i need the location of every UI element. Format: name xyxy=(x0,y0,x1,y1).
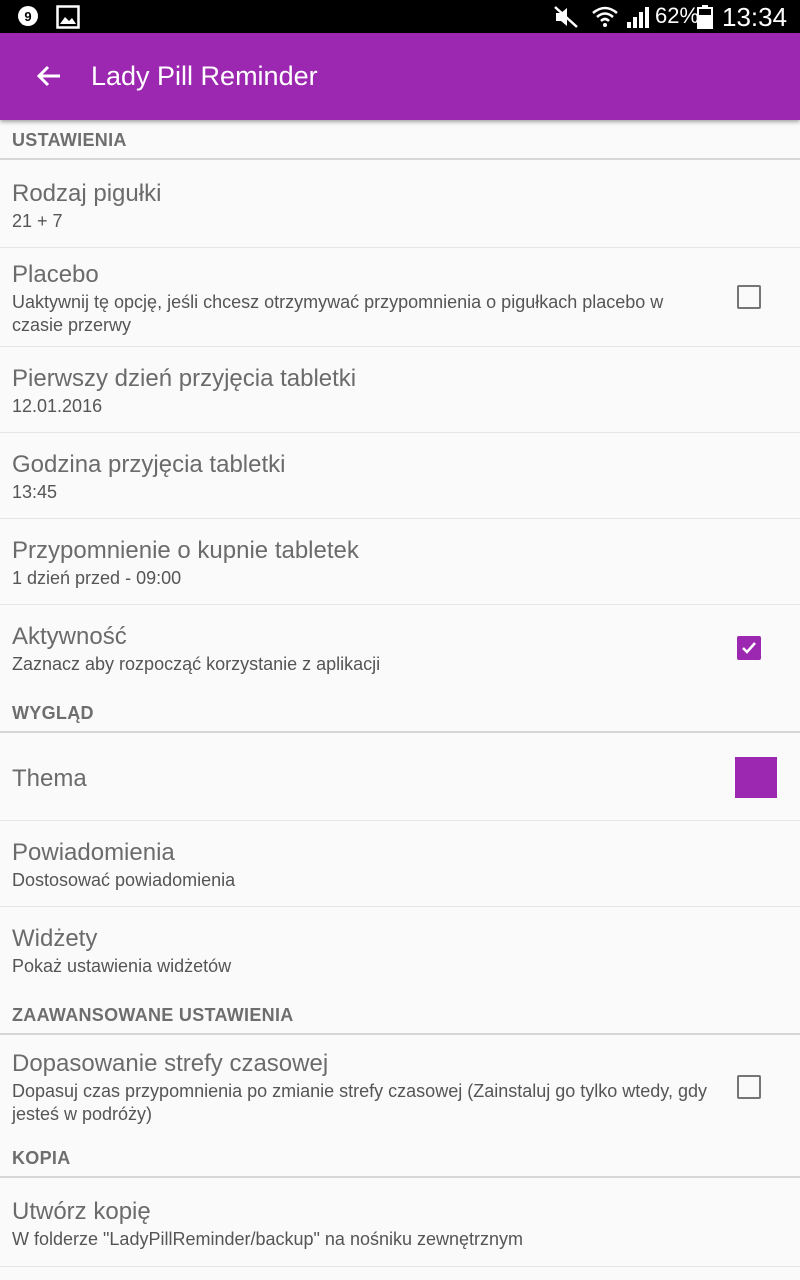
preference-title: Aktywność xyxy=(12,623,127,650)
timezone-checkbox[interactable] xyxy=(737,1075,761,1099)
pill-time-preference[interactable]: Godzina przyjęcia tabletki 13:45 xyxy=(0,433,800,519)
preference-title: Thema xyxy=(12,765,87,792)
section-title: WYGLĄD xyxy=(12,703,94,723)
preference-summary: Zaznacz aby rozpocząć korzystanie z apli… xyxy=(12,654,381,674)
svg-text:9: 9 xyxy=(24,9,31,24)
pill-type-preference[interactable]: Rodzaj pigułki 21 + 7 xyxy=(0,160,800,248)
mute-icon xyxy=(553,5,579,34)
create-backup-preference[interactable]: Utwórz kopię W folderze "LadyPillReminde… xyxy=(0,1178,800,1267)
first-day-preference[interactable]: Pierwszy dzień przyjęcia tabletki 12.01.… xyxy=(0,347,800,433)
section-title: ZAAWANSOWANE USTAWIENIA xyxy=(12,1005,294,1025)
app-title: Lady Pill Reminder xyxy=(91,61,318,91)
preference-title: Pierwszy dzień przyjęcia tabletki xyxy=(12,365,357,392)
battery-percent: 62% xyxy=(655,3,700,28)
preference-summary: 1 dzień przed - 09:00 xyxy=(12,568,182,588)
section-title: USTAWIENIA xyxy=(12,130,127,150)
preference-title: Dopasowanie strefy czasowej xyxy=(12,1050,329,1077)
section-header-appearance: WYGLĄD xyxy=(0,698,800,733)
battery-icon xyxy=(697,5,713,34)
preference-summary: 21 + 7 xyxy=(12,211,63,231)
arrow-back-icon[interactable] xyxy=(34,61,64,91)
placebo-checkbox[interactable] xyxy=(737,285,761,309)
preference-summary: 12.01.2016 xyxy=(12,396,103,416)
notifications-preference[interactable]: Powiadomienia Dostosować powiadomienia xyxy=(0,821,800,907)
activity-checkbox[interactable] xyxy=(737,636,761,660)
wifi-icon xyxy=(592,5,618,34)
timezone-preference[interactable]: Dopasowanie strefy czasowej Dopasuj czas… xyxy=(0,1035,800,1135)
section-header-settings: USTAWIENIA xyxy=(0,120,800,160)
activity-preference[interactable]: Aktywność Zaznacz aby rozpocząć korzysta… xyxy=(0,605,800,698)
buy-reminder-preference[interactable]: Przypomnienie o kupnie tabletek 1 dzień … xyxy=(0,519,800,605)
chat-notification-icon: 9 xyxy=(16,5,40,34)
preference-summary: Uaktywnij tę opcję, jeśli chcesz otrzymy… xyxy=(12,292,664,335)
app-bar: Lady Pill Reminder xyxy=(0,33,800,120)
placebo-preference[interactable]: Placebo Uaktywnij tę opcję, jeśli chcesz… xyxy=(0,248,800,347)
preference-title: Godzina przyjęcia tabletki xyxy=(12,451,286,478)
preference-summary: 13:45 xyxy=(12,482,58,502)
preference-title: Widżety xyxy=(12,925,98,952)
preference-title: Powiadomienia xyxy=(12,839,175,866)
section-header-backup: KOPIA xyxy=(0,1135,800,1178)
preference-title: Rodzaj pigułki xyxy=(12,180,162,207)
preference-title: Placebo xyxy=(12,261,99,288)
theme-color-swatch[interactable] xyxy=(735,757,777,798)
widgets-preference[interactable]: Widżety Pokaż ustawienia widżetów xyxy=(0,907,800,992)
status-bar: 9 62% 13:34 xyxy=(0,0,800,33)
preference-summary: Pokaż ustawienia widżetów xyxy=(12,956,232,976)
clock: 13:34 xyxy=(722,2,788,32)
preference-summary: Dostosować powiadomienia xyxy=(12,870,236,890)
preference-summary: W folderze "LadyPillReminder/backup" na … xyxy=(12,1229,524,1249)
preference-title: Przypomnienie o kupnie tabletek xyxy=(12,537,359,564)
section-title: KOPIA xyxy=(12,1148,71,1168)
preference-title: Utwórz kopię xyxy=(12,1198,151,1225)
signal-icon xyxy=(626,5,652,34)
section-header-advanced: ZAAWANSOWANE USTAWIENIA xyxy=(0,992,800,1035)
preference-summary: Dopasuj czas przypomnienia po zmianie st… xyxy=(12,1081,707,1124)
theme-preference[interactable]: Thema xyxy=(0,733,800,821)
gallery-notification-icon xyxy=(56,5,80,34)
